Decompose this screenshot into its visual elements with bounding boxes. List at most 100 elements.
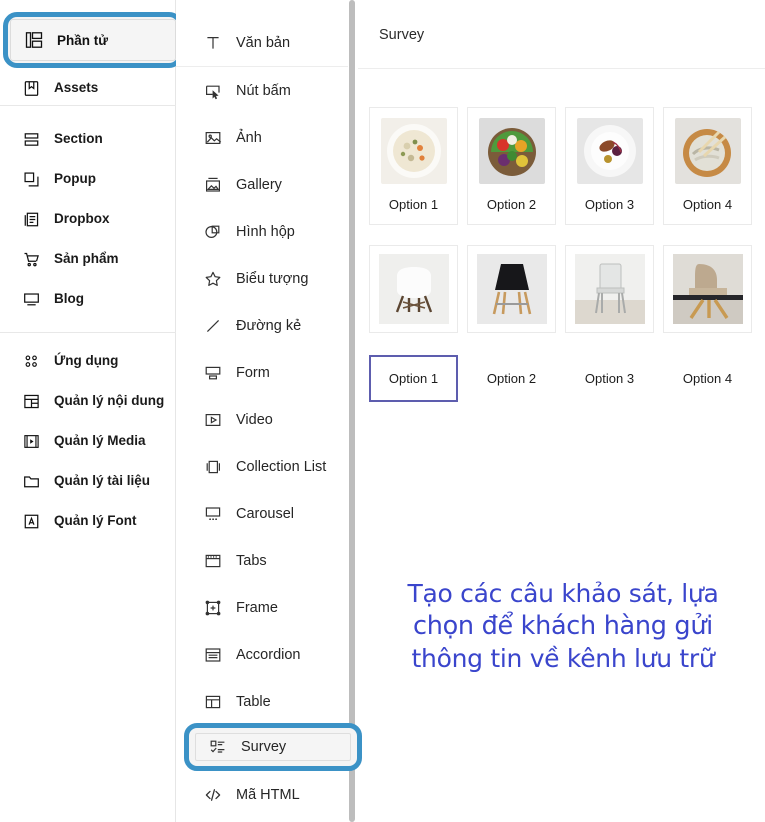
element-item-survey[interactable]: Survey	[195, 733, 351, 761]
option-label: Option 4	[682, 197, 733, 212]
app-window: Phần tử Assets Section Popup Dropbox Sản…	[0, 0, 765, 822]
element-item-label: Table	[236, 693, 271, 710]
title-divider	[358, 68, 765, 69]
sidebar-group-manage: Ứng dụng Quản lý nội dung Quản lý Media …	[0, 341, 176, 541]
element-item-tabs[interactable]: Tabs	[176, 537, 348, 584]
element-item-accordion[interactable]: Accordion	[176, 631, 348, 678]
survey-option-button-selected[interactable]: Option 1	[369, 355, 458, 402]
line-icon	[203, 316, 222, 335]
sidebar-item-quan-ly-tai-lieu[interactable]: Quản lý tài liệu	[0, 461, 176, 501]
element-item-ma-html[interactable]: Mã HTML	[176, 771, 348, 818]
element-item-gallery[interactable]: Gallery	[176, 161, 348, 208]
survey-option-button[interactable]: Option 3	[565, 355, 654, 402]
sidebar-item-label: Blog	[54, 291, 84, 307]
option-label: Option 3	[584, 197, 635, 212]
frame-icon	[203, 598, 222, 617]
sidebar-item-dropbox[interactable]: Dropbox	[0, 199, 176, 239]
sidebar-item-label: Phần tử	[57, 32, 109, 48]
element-item-van-ban[interactable]: Văn bản	[176, 19, 348, 66]
wooden-bowl-dish-photo	[674, 118, 741, 184]
annotation-line-2: chọn để khách hàng gửi	[413, 611, 713, 641]
element-item-nut-bam[interactable]: Nút bấm	[176, 67, 348, 114]
left-sidebar: Phần tử Assets Section Popup Dropbox Sản…	[0, 0, 183, 822]
element-item-hinh-hop[interactable]: Hình hộp	[176, 208, 348, 255]
elements-panel: Văn bản Nút bấm Ảnh Gallery Hình hộp Biể…	[176, 0, 362, 822]
sidebar-item-quan-ly-noi-dung[interactable]: Quản lý nội dung	[0, 381, 176, 421]
sidebar-item-quan-ly-media[interactable]: Quản lý Media	[0, 421, 176, 461]
element-item-label: Carousel	[236, 505, 295, 522]
sidebar-item-phan-tu-highlight[interactable]: Phần tử	[3, 12, 183, 68]
folder-icon	[22, 472, 40, 490]
dropbox-icon	[22, 210, 40, 228]
sidebar-item-label: Assets	[54, 80, 99, 96]
element-item-label: Gallery	[236, 176, 282, 193]
sidebar-item-assets[interactable]: Assets	[0, 68, 176, 108]
annotation-text: Tạo các câu khảo sát, lựa chọn để khách …	[368, 578, 758, 675]
survey-option-button[interactable]: Option 4	[663, 355, 752, 402]
sidebar-item-popup[interactable]: Popup	[0, 159, 176, 199]
element-item-carousel[interactable]: Carousel	[176, 490, 348, 537]
section-icon	[22, 130, 40, 148]
sidebar-item-label: Sản phẩm	[54, 251, 119, 267]
apps-grid-icon	[22, 352, 40, 370]
element-item-label: Hình hộp	[236, 223, 295, 240]
assets-bookmark-icon	[22, 79, 40, 97]
sidebar-item-section[interactable]: Section	[0, 119, 176, 159]
sidebar-item-san-pham[interactable]: Sản phẩm	[0, 239, 176, 279]
carousel-icon	[203, 504, 222, 523]
canvas-area: Survey Option 1 Option 2 Option 3 Option…	[358, 0, 765, 822]
element-item-form[interactable]: Form	[176, 349, 348, 396]
panel-scrollbar[interactable]	[349, 0, 355, 822]
colorful-salad-bowl-photo	[478, 118, 545, 184]
element-item-label: Survey	[241, 739, 287, 755]
table-icon	[203, 692, 222, 711]
element-item-label: Mã HTML	[236, 786, 300, 803]
sidebar-item-label: Quản lý Media	[54, 433, 146, 449]
sidebar-divider-1	[0, 105, 176, 106]
image-icon	[203, 128, 222, 147]
gallery-icon	[203, 175, 222, 194]
element-item-duong-ke[interactable]: Đường kẻ	[176, 302, 348, 349]
tabs-icon	[203, 551, 222, 570]
accordion-icon	[203, 645, 222, 664]
star-icon	[203, 269, 222, 288]
survey-option-image-card[interactable]	[369, 245, 458, 333]
element-item-label: Collection List	[236, 458, 327, 475]
element-item-collection-list[interactable]: Collection List	[176, 443, 348, 490]
element-item-label: Ảnh	[236, 129, 262, 146]
option-label: Option 3	[584, 371, 635, 386]
element-item-label: Tabs	[236, 552, 267, 569]
element-item-label: Accordion	[236, 646, 301, 663]
survey-option-card[interactable]: Option 3	[565, 107, 654, 225]
element-item-video[interactable]: Video	[176, 396, 348, 443]
survey-option-image-card[interactable]	[565, 245, 654, 333]
sidebar-item-quan-ly-font[interactable]: Quản lý Font	[0, 501, 176, 541]
bowl-of-soup-photo	[380, 118, 447, 184]
option-label: Option 1	[388, 197, 439, 212]
survey-option-card[interactable]: Option 1	[369, 107, 458, 225]
survey-option-image-card[interactable]	[663, 245, 752, 333]
element-item-survey-highlight[interactable]: Survey	[184, 723, 362, 771]
element-item-table[interactable]: Table	[176, 678, 348, 725]
grey-dining-chair-photo	[574, 254, 645, 324]
content-manager-icon	[22, 392, 40, 410]
element-item-bieu-tuong[interactable]: Biểu tượng	[176, 255, 348, 302]
element-item-label: Nút bấm	[236, 82, 291, 99]
survey-option-button[interactable]: Option 2	[467, 355, 556, 402]
sidebar-item-ung-dung[interactable]: Ứng dụng	[0, 341, 176, 381]
element-item-anh[interactable]: Ảnh	[176, 114, 348, 161]
option-label: Option 4	[682, 371, 733, 386]
survey-option-card[interactable]: Option 4	[663, 107, 752, 225]
collection-list-icon	[203, 457, 222, 476]
survey-checklist-icon	[208, 738, 227, 757]
cart-icon	[22, 250, 40, 268]
white-eames-chair-photo	[378, 254, 449, 324]
survey-row-2-images	[369, 245, 752, 333]
survey-option-card[interactable]: Option 2	[467, 107, 556, 225]
annotation-line-1: Tạo các câu khảo sát, lựa	[407, 579, 719, 608]
element-item-frame[interactable]: Frame	[176, 584, 348, 631]
sidebar-item-phan-tu[interactable]: Phần tử	[10, 19, 176, 61]
sidebar-item-blog[interactable]: Blog	[0, 279, 176, 319]
survey-option-image-card[interactable]	[467, 245, 556, 333]
form-icon	[203, 363, 222, 382]
